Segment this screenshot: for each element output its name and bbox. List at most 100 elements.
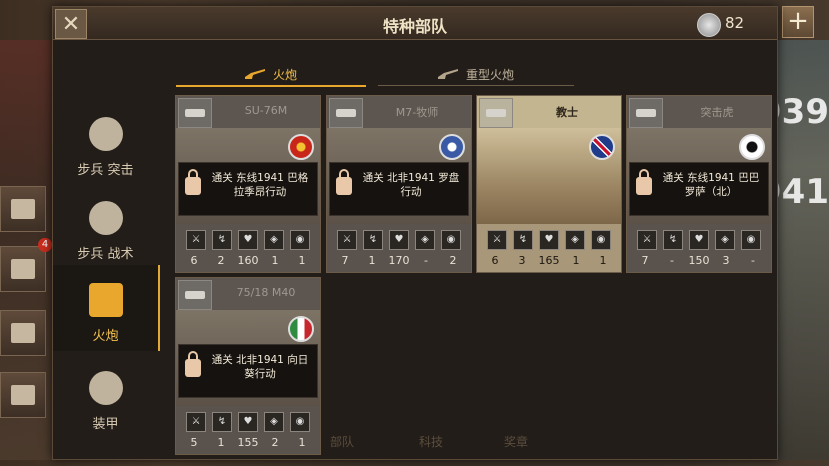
category-label: 火炮 — [92, 329, 119, 344]
unit-stats: ⚔ ↯ ♥ ◈ ◉ 6 3 165 1 1 — [477, 224, 621, 272]
card-header: SU-76M — [176, 96, 320, 128]
category-artillery[interactable]: 火炮 — [53, 265, 160, 351]
tank-icon — [178, 280, 212, 310]
stat-value: 160 — [237, 254, 259, 267]
medal-count: 82 — [725, 14, 745, 32]
attack-icon: ⚔ — [487, 230, 507, 250]
defense-icon: ◈ — [565, 230, 585, 250]
stat-value: 7 — [341, 254, 349, 267]
page-title: 特种部队 — [382, 17, 447, 36]
stat-value: 6 — [190, 254, 198, 267]
trophy-icon — [11, 385, 35, 405]
lock-overlay: 通关 北非1941 罗盘行动 — [329, 162, 469, 216]
infantry-assault-icon — [88, 117, 123, 151]
tank-icon — [479, 98, 513, 128]
unlock-condition: 通关 东线1941 巴格拉季昂行动 — [211, 172, 309, 198]
stat-value: 1 — [271, 254, 279, 267]
attack-icon: ⚔ — [637, 230, 657, 250]
unlock-condition: 通关 北非1941 向日葵行动 — [211, 354, 309, 380]
hp-icon: ♥ — [689, 230, 709, 250]
unit-name: 教士 — [556, 106, 578, 119]
footer-tab: 部队 — [330, 435, 355, 449]
unit-card[interactable]: 75/18 M40 通关 北非1941 向日葵行动 ⚔ ↯ ♥ ◈ ◉ 5 1 155 2 1 — [175, 277, 321, 455]
unit-tabs: 火炮 重型火炮 — [176, 63, 576, 87]
unit-name: 75/18 M40 — [236, 286, 296, 299]
category-armor[interactable]: 装甲 — [53, 353, 158, 439]
tank-icon — [178, 98, 212, 128]
unit-card[interactable]: SU-76M 通关 东线1941 巴格拉季昂行动 ⚔ ↯ ♥ ◈ ◉ 6 2 160 1 1 — [175, 95, 321, 273]
move-icon: ↯ — [212, 230, 232, 250]
lock-overlay: 通关 北非1941 向日葵行动 — [178, 344, 318, 398]
attack-icon: ⚔ — [186, 412, 206, 432]
category-label: 装甲 — [92, 417, 119, 432]
tank-icon — [629, 98, 663, 128]
move-icon: ↯ — [663, 230, 683, 250]
defense-icon: ◈ — [264, 412, 284, 432]
stat-value: 1 — [572, 254, 580, 267]
category-label: 步兵 突击 — [77, 163, 134, 178]
footer-tab: 奖章 — [504, 435, 529, 449]
uk-flag-icon — [589, 134, 615, 160]
defense-icon: ◈ — [715, 230, 735, 250]
stat-value: 3 — [518, 254, 526, 267]
stat-value: 155 — [237, 436, 259, 449]
lock-icon — [636, 169, 652, 195]
special-forces-panel: ✕ 特种部队 82 火炮 重型火炮 步兵 突击 步兵 战术 火炮 装甲 部队 科… — [52, 6, 778, 460]
lock-overlay: 通关 东线1941 巴格拉季昂行动 — [178, 162, 318, 216]
card-header: 教士 — [477, 96, 621, 128]
tab-label: 火炮 — [272, 67, 297, 82]
germany-flag-icon — [739, 134, 765, 160]
film-icon — [11, 259, 35, 279]
vision-icon: ◉ — [290, 412, 310, 432]
unlock-condition: 通关 东线1941 巴巴罗萨（北） — [662, 172, 760, 198]
category-infantry-assault[interactable]: 步兵 突击 — [53, 99, 158, 185]
vision-icon: ◉ — [290, 230, 310, 250]
stat-value: 2 — [271, 436, 279, 449]
stat-value: 170 — [388, 254, 410, 267]
unit-card[interactable]: 突击虎 通关 东线1941 巴巴罗萨（北） ⚔ ↯ ♥ ◈ ◉ 7 - 150 3 - — [626, 95, 772, 273]
medal-icon — [697, 13, 721, 37]
stat-value: 1 — [217, 436, 225, 449]
share-icon — [11, 199, 35, 219]
category-infantry-tactics[interactable]: 步兵 战术 — [53, 183, 158, 269]
video-button[interactable] — [0, 246, 46, 292]
unit-card[interactable]: M7-牧师 通关 北非1941 罗盘行动 ⚔ ↯ ♥ ◈ ◉ 7 1 170 - 2 — [326, 95, 472, 273]
stat-value: 1 — [298, 254, 306, 267]
vision-icon: ◉ — [441, 230, 461, 250]
share-button[interactable] — [0, 186, 46, 232]
stat-value: - — [670, 254, 674, 267]
stat-value: 5 — [190, 436, 198, 449]
stat-value: 3 — [722, 254, 730, 267]
stats-button[interactable] — [0, 310, 46, 356]
add-button[interactable]: + — [782, 6, 814, 38]
stat-value: 7 — [641, 254, 649, 267]
artillery-icon — [244, 69, 265, 79]
lock-icon — [336, 169, 352, 195]
defense-icon: ◈ — [264, 230, 284, 250]
footer-tab: 科技 — [419, 435, 444, 449]
attack-icon: ⚔ — [186, 230, 206, 250]
stat-value: - — [424, 254, 428, 267]
lock-icon — [185, 169, 201, 195]
tab-artillery[interactable]: 火炮 — [176, 63, 366, 87]
move-icon: ↯ — [363, 230, 383, 250]
hp-icon: ♥ — [238, 412, 258, 432]
unit-stats: ⚔ ↯ ♥ ◈ ◉ 5 1 155 2 1 — [176, 406, 320, 454]
usa-flag-icon — [439, 134, 465, 160]
stat-value: - — [751, 254, 755, 267]
vision-icon: ◉ — [741, 230, 761, 250]
lock-icon — [185, 351, 201, 377]
category-label: 步兵 战术 — [77, 247, 134, 262]
tab-heavy-artillery[interactable]: 重型火炮 — [378, 63, 574, 86]
armor-icon — [88, 371, 123, 405]
trophy-button[interactable] — [0, 372, 46, 418]
card-header: 突击虎 — [627, 96, 771, 128]
stat-value: 2 — [449, 254, 457, 267]
unit-name: 突击虎 — [700, 106, 734, 119]
stat-value: 1 — [599, 254, 607, 267]
move-icon: ↯ — [212, 412, 232, 432]
italy-flag-icon — [288, 316, 314, 342]
stat-value: 150 — [688, 254, 710, 267]
notification-badge: 4 — [38, 238, 52, 252]
unit-card[interactable]: 教士 ⚔ ↯ ♥ ◈ ◉ 6 3 165 1 1 — [476, 95, 622, 273]
